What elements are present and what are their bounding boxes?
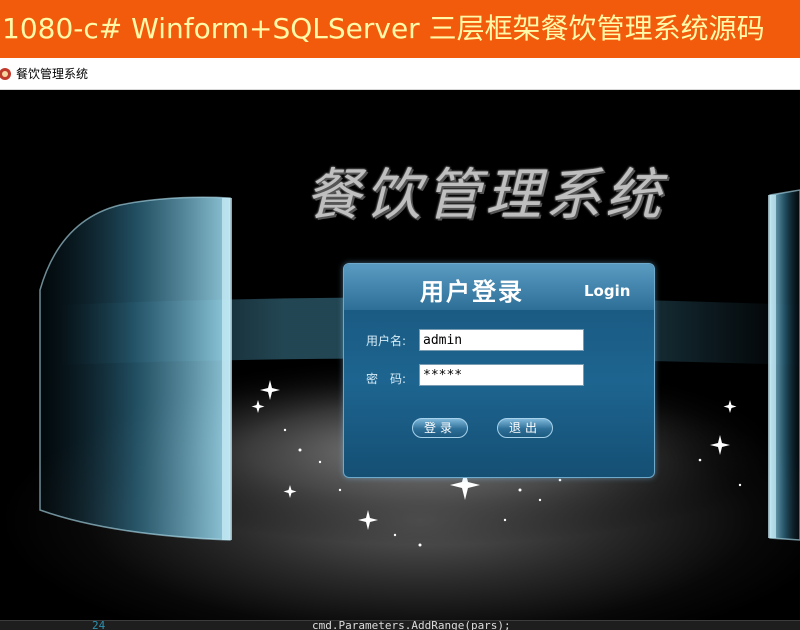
password-label: 密 码: <box>366 372 407 386</box>
window-title: 餐饮管理系统 <box>16 67 89 81</box>
login-subtitle: Login <box>584 282 631 300</box>
exit-button[interactable]: 退出 <box>497 418 553 438</box>
login-panel: 用户登录 Login 用户名: 密 码: 登录 退出 <box>343 263 655 478</box>
banner: 1080-c# Winform+SQLServer 三层框架餐饮管理系统源码 <box>0 0 800 58</box>
app-icon <box>0 67 11 80</box>
login-button[interactable]: 登录 <box>412 418 468 438</box>
system-title: 餐饮管理系统 <box>305 163 665 228</box>
code-line-text: cmd.Parameters.AddRange(pars); <box>312 620 511 630</box>
login-background: 餐饮管理系统 用户登录 Login 用户名: 密 码: 登录 退出 <box>0 90 800 620</box>
username-label: 用户名: <box>366 334 407 348</box>
login-header: 用户登录 Login <box>344 264 654 310</box>
password-input[interactable] <box>419 364 584 386</box>
window-title-bar[interactable]: 餐饮管理系统 <box>0 58 800 90</box>
login-title: 用户登录 <box>420 278 524 306</box>
code-line-number: 24 <box>92 620 106 630</box>
code-editor-strip: 24 cmd.Parameters.AddRange(pars); <box>0 620 800 630</box>
username-input[interactable] <box>419 329 584 351</box>
